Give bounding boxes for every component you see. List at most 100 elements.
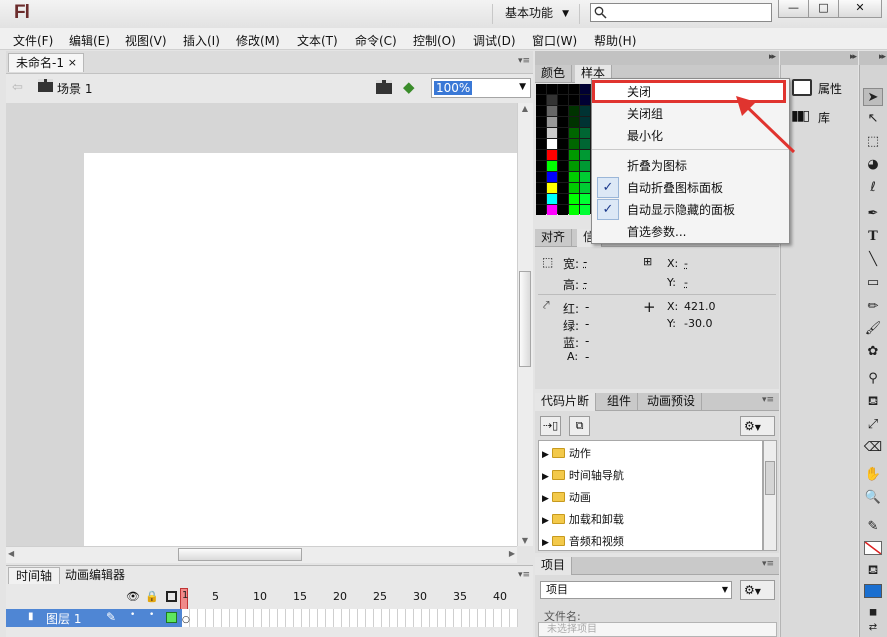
color-swatch[interactable] (558, 84, 568, 94)
bone-tool-icon[interactable]: ⚲ (863, 370, 883, 388)
pen-tool-icon[interactable]: ✒ (863, 205, 883, 223)
menu-command[interactable]: 命令(C) (355, 32, 397, 49)
y-value-top[interactable]: - (684, 276, 688, 289)
menu-modify[interactable]: 修改(M) (236, 32, 280, 49)
color-swatch[interactable] (580, 150, 590, 160)
back-arrow-icon[interactable]: ⇦ (12, 80, 23, 95)
snippet-list-scrollbar[interactable] (763, 440, 777, 551)
color-swatch[interactable] (558, 95, 568, 105)
paint-bucket-tool-icon[interactable]: ⛾ (863, 393, 883, 411)
panel-menu-icon[interactable]: ▾≡ (762, 559, 774, 569)
color-swatch[interactable] (558, 150, 568, 160)
menu-item-minimize[interactable]: 最小化 (627, 128, 663, 144)
color-swatch[interactable] (558, 106, 568, 116)
fill-color-swatch[interactable] (864, 584, 882, 598)
color-swatch[interactable] (547, 117, 557, 127)
color-swatch[interactable] (536, 183, 546, 193)
color-swatch[interactable] (558, 183, 568, 193)
vertical-scroll-thumb[interactable] (519, 271, 531, 367)
text-tool-icon[interactable]: T (863, 228, 883, 246)
menu-item-close-group[interactable]: 关闭组 (627, 106, 663, 122)
color-swatch[interactable] (558, 139, 568, 149)
menu-insert[interactable]: 插入(I) (183, 32, 220, 49)
stage-canvas[interactable] (84, 153, 517, 546)
menu-item-collapse-to-icons[interactable]: 折叠为图标 (627, 158, 687, 174)
width-value[interactable]: - (583, 255, 587, 269)
color-swatch[interactable] (536, 205, 546, 215)
color-swatch[interactable] (536, 161, 546, 171)
color-swatch[interactable] (536, 150, 546, 160)
menu-edit[interactable]: 编辑(E) (69, 32, 110, 49)
color-swatch[interactable] (536, 172, 546, 182)
subselection-tool-icon[interactable]: ↖ (863, 110, 883, 128)
color-swatch[interactable] (536, 106, 546, 116)
menu-control[interactable]: 控制(O) (413, 32, 456, 49)
snippet-folder[interactable]: ▶ 时间轴导航 (542, 469, 624, 484)
visibility-dot[interactable]: • (130, 610, 135, 620)
menu-help[interactable]: 帮助(H) (594, 32, 636, 49)
panel-menu-icon[interactable]: ▾≡ (518, 56, 530, 66)
color-swatch[interactable] (580, 161, 590, 171)
color-swatch[interactable] (569, 84, 579, 94)
eraser-tool-icon[interactable]: ⌫ (863, 439, 883, 457)
edit-scene-icon[interactable] (376, 80, 392, 94)
snippet-folder[interactable]: ▶ 加载和卸载 (542, 513, 624, 528)
project-select[interactable]: 项目 ▼ (540, 581, 732, 599)
zoom-select[interactable]: 100% ▼ (431, 78, 531, 98)
zoom-tool-icon[interactable]: 🔍 (863, 489, 883, 507)
layer-row[interactable]: ▮ 图层 1 ✎ • • (6, 609, 182, 627)
line-tool-icon[interactable]: ╲ (863, 251, 883, 269)
tab-timeline[interactable]: 时间轴 (8, 567, 61, 584)
height-value[interactable]: - (583, 276, 587, 290)
color-swatch[interactable] (569, 150, 579, 160)
tab-project[interactable]: 项目 (535, 557, 573, 575)
deco-tool-icon[interactable]: ✿ (863, 343, 883, 361)
color-swatch[interactable] (580, 139, 590, 149)
color-swatch[interactable] (547, 150, 557, 160)
color-swatch[interactable] (569, 117, 579, 127)
menu-file[interactable]: 文件(F) (13, 32, 53, 49)
color-swatch[interactable] (558, 172, 568, 182)
library-panel-button[interactable]: 库 (818, 109, 830, 126)
menu-item-auto-collapse[interactable]: 自动折叠图标面板 (627, 180, 723, 196)
tab-color[interactable]: 颜色 (535, 65, 573, 83)
layer-outline-color[interactable] (166, 612, 177, 623)
color-swatch[interactable] (547, 139, 557, 149)
x-value-top[interactable]: - (684, 257, 688, 270)
tab-motion-presets[interactable]: 动画预设 (641, 393, 703, 411)
lock-dot[interactable]: • (149, 610, 154, 620)
color-swatch[interactable] (547, 106, 557, 116)
color-swatch[interactable] (547, 183, 557, 193)
snippet-folder[interactable]: ▶ 动作 (542, 447, 591, 462)
menu-item-auto-show-hidden[interactable]: 自动显示隐藏的面板 (627, 202, 735, 218)
vertical-scrollbar[interactable]: ▲ ▼ (517, 103, 533, 546)
stroke-color-swatch[interactable] (864, 541, 882, 555)
color-swatch[interactable] (536, 95, 546, 105)
outline-icon[interactable] (166, 591, 177, 602)
tab-code-snippets[interactable]: 代码片断 (535, 393, 597, 411)
options-gear-button[interactable]: ⚙▼ (740, 416, 775, 436)
selection-tool-icon[interactable]: ➤ (863, 88, 883, 106)
document-tab[interactable]: 未命名-1 × (8, 53, 84, 72)
minimize-button[interactable]: — (778, 0, 809, 18)
color-swatch[interactable] (536, 194, 546, 204)
3d-rotation-tool-icon[interactable]: ◕ (863, 156, 883, 174)
lock-icon[interactable]: 🔒 (145, 590, 159, 603)
horizontal-scrollbar[interactable]: ◀ ▶ (6, 546, 517, 563)
color-swatch[interactable] (547, 84, 557, 94)
color-swatch[interactable] (558, 128, 568, 138)
color-swatch[interactable] (569, 95, 579, 105)
panel-menu-icon[interactable]: ▾≡ (762, 395, 774, 405)
color-swatch[interactable] (547, 172, 557, 182)
swap-colors-icon[interactable]: ⇄ (863, 619, 883, 637)
lasso-tool-icon[interactable]: ℓ (863, 179, 883, 197)
close-tab-icon[interactable]: × (68, 54, 77, 72)
menu-debug[interactable]: 调试(D) (473, 32, 516, 49)
eyedropper-tool-icon[interactable]: ⤢ (863, 416, 883, 434)
color-swatch[interactable] (580, 205, 590, 215)
color-swatch[interactable] (569, 161, 579, 171)
snippet-folder[interactable]: ▶ 音频和视频 (542, 535, 624, 550)
color-swatch[interactable] (580, 117, 590, 127)
hand-tool-icon[interactable]: ✋ (863, 466, 883, 484)
snippet-folder[interactable]: ▶ 动画 (542, 491, 591, 506)
